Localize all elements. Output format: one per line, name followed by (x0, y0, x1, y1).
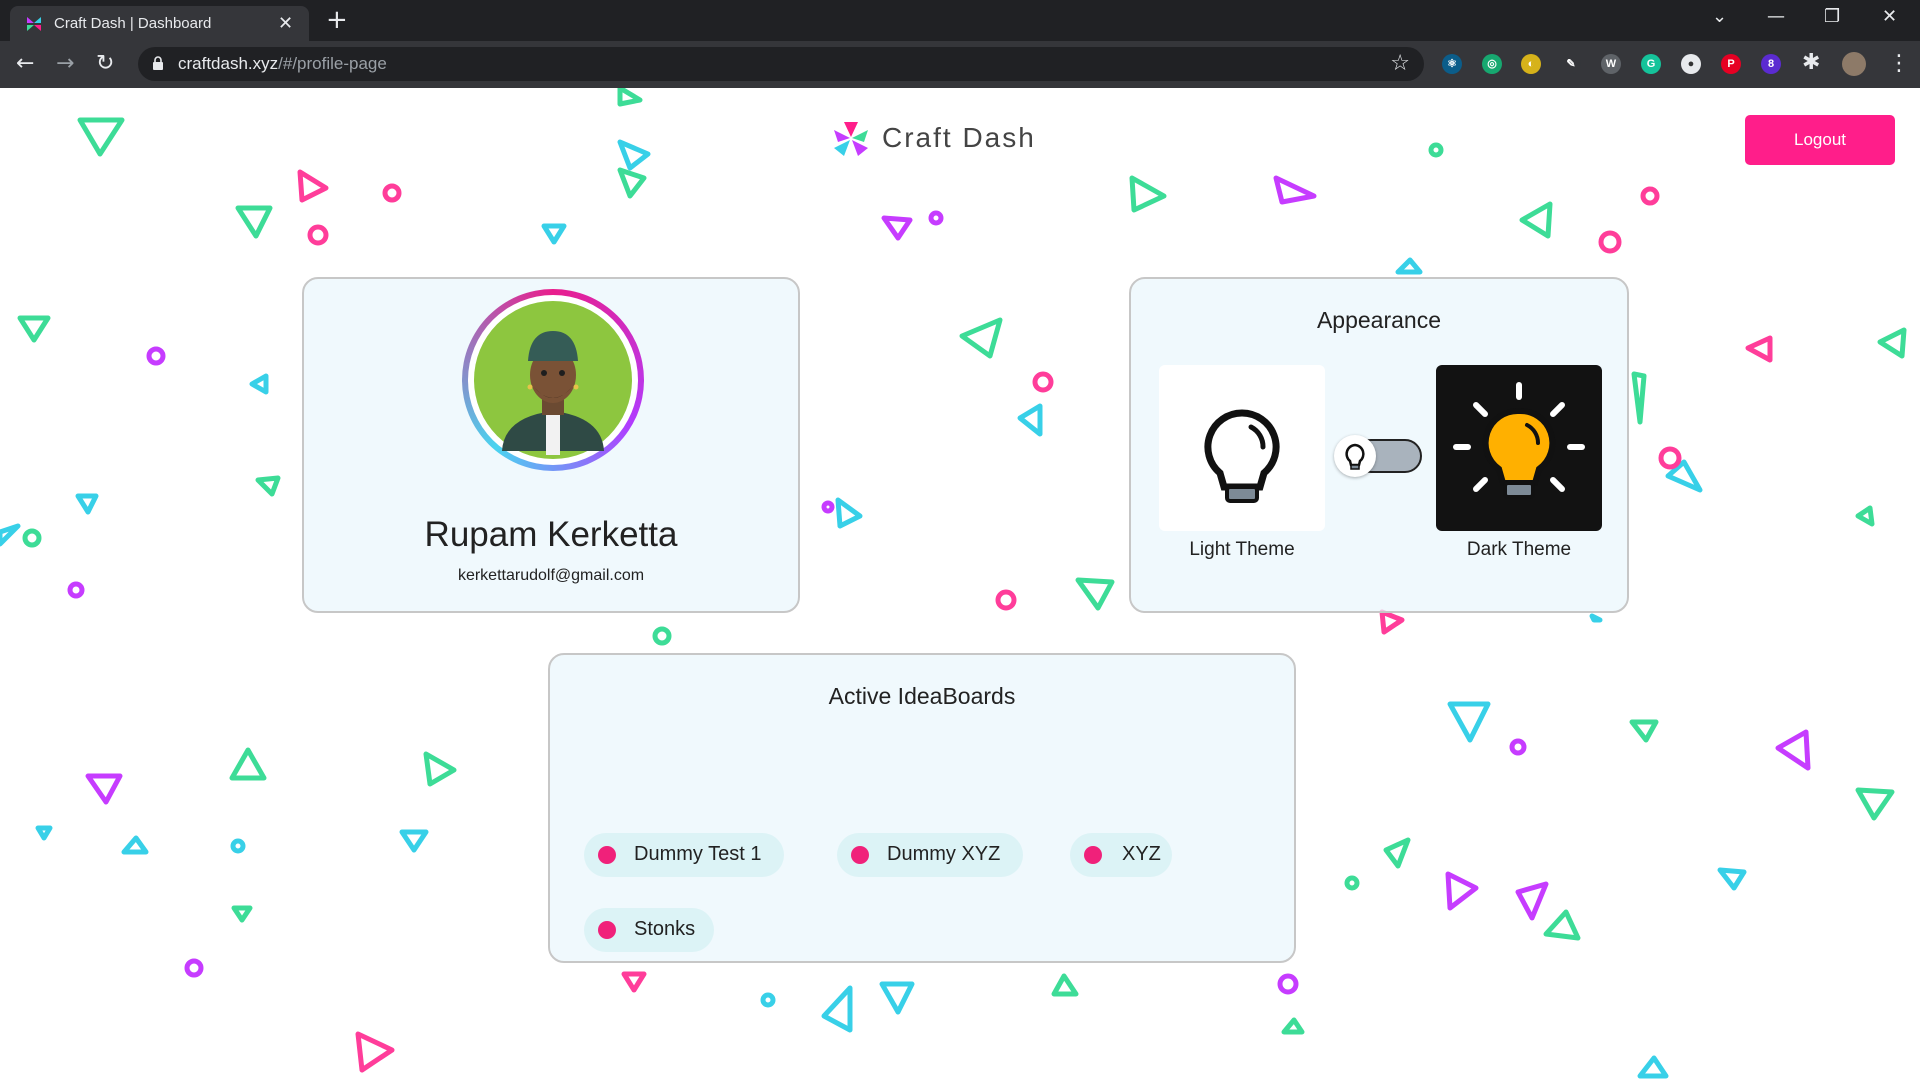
ideaboard-label: XYZ (1122, 843, 1161, 865)
url-host: craftdash.xyz (178, 54, 279, 73)
reload-icon[interactable]: ↻ (96, 51, 114, 76)
avatar-illustration (474, 301, 632, 459)
ideaboard-chip-stonks[interactable]: Stonks (584, 908, 714, 952)
ideaboard-status-dot (598, 846, 616, 864)
profile-name: Rupam Kerketta (424, 515, 678, 554)
browser-tab[interactable]: Craft Dash | Dashboard ✕ (10, 6, 309, 41)
logo-text: Craft Dash (882, 122, 1036, 153)
toggle-bulb-icon (1345, 443, 1365, 470)
forward-icon[interactable]: → (56, 51, 74, 76)
extensions-puzzle-icon[interactable]: ✱ (1802, 50, 1820, 75)
profile-avatar-icon[interactable] (1842, 52, 1866, 76)
hat-extension-icon[interactable]: 8 (1761, 54, 1781, 74)
browser-tab-bar: Craft Dash | Dashboard ✕ + ⌄ — ❐ ✕ (0, 0, 1920, 41)
wordpress-extension-icon[interactable]: W (1601, 54, 1621, 74)
ideaboard-chip-xyz[interactable]: XYZ (1070, 833, 1172, 877)
ideaboard-label: Stonks (634, 918, 696, 940)
tab-close-icon[interactable]: ✕ (278, 13, 293, 34)
minimize-icon[interactable]: — (1767, 6, 1785, 27)
light-bulb-glowing-icon (1453, 382, 1585, 499)
ideaboard-chip-dummy-test-1[interactable]: Dummy Test 1 (584, 833, 784, 877)
target-extension-icon[interactable]: ◎ (1482, 54, 1502, 74)
tab-title: Craft Dash | Dashboard (54, 15, 212, 32)
ideaboard-status-dot (1084, 846, 1102, 864)
ideaboard-status-dot (851, 846, 869, 864)
logout-button[interactable]: Logout (1745, 115, 1895, 165)
ideaboards-card: Active IdeaBoards Dummy Test 1 Dummy XYZ… (548, 653, 1296, 963)
pinterest-extension-icon[interactable]: P (1721, 54, 1741, 74)
craft-dash-logo[interactable]: Craft Dash (830, 118, 1034, 162)
restore-icon[interactable]: ❐ (1824, 6, 1840, 27)
dark-theme-label: Dark Theme (1466, 539, 1572, 560)
avatar (462, 289, 644, 471)
pen-extension-icon[interactable]: ✎ (1561, 54, 1581, 74)
craft-dash-logo-icon (834, 122, 868, 156)
close-window-icon[interactable]: ✕ (1882, 6, 1897, 27)
ideaboard-status-dot (598, 921, 616, 939)
light-bulb-outline-icon (1204, 409, 1280, 503)
new-tab-icon[interactable]: + (326, 6, 348, 34)
toggle-knob[interactable] (1334, 435, 1376, 477)
light-theme-tile[interactable] (1159, 365, 1325, 531)
grammarly-extension-icon[interactable]: G (1641, 54, 1661, 74)
ideaboard-label: Dummy XYZ (887, 843, 1001, 865)
theme-toggle[interactable] (1334, 435, 1424, 477)
ideaboard-label: Dummy Test 1 (634, 843, 762, 865)
lock-icon[interactable] (152, 56, 164, 71)
avatar-frame (468, 295, 638, 465)
profile-page: Craft Dash Logout Rupam Kerketta kerkett… (0, 88, 1920, 1080)
dark-theme-tile[interactable] (1436, 365, 1602, 531)
url-path: /#/profile-page (278, 54, 387, 73)
light-theme-label: Light Theme (1189, 539, 1295, 560)
circle-extension-icon[interactable]: ● (1681, 54, 1701, 74)
appearance-card: Appearance Light Theme Dark Theme (1129, 277, 1629, 613)
url-text: craftdash.xyz/#/profile-page (178, 54, 387, 74)
appearance-heading: Appearance (1316, 307, 1442, 333)
profile-card: Rupam Kerketta kerkettarudolf@gmail.com (302, 277, 800, 613)
address-bar[interactable]: craftdash.xyz/#/profile-page ☆ (138, 47, 1424, 81)
ideaboard-chip-dummy-xyz[interactable]: Dummy XYZ (837, 833, 1023, 877)
profile-email: kerkettarudolf@gmail.com (457, 567, 645, 584)
browser-menu-icon[interactable]: ⋮ (1888, 51, 1910, 76)
bookmark-star-icon[interactable]: ☆ (1390, 51, 1410, 76)
craft-dash-favicon-icon (27, 17, 41, 31)
tab-search-chevron-icon[interactable]: ⌄ (1712, 6, 1727, 27)
ideaboards-heading: Active IdeaBoards (828, 683, 1016, 709)
browser-toolbar: ← → ↻ craftdash.xyz/#/profile-page ☆ ⚛ ◎… (0, 41, 1920, 88)
extension-badge: 8 (1767, 58, 1775, 70)
yellow-extension-icon[interactable]: ◐ (1521, 54, 1541, 74)
react-devtools-extension-icon[interactable]: ⚛ (1442, 54, 1462, 74)
back-icon[interactable]: ← (16, 51, 34, 76)
